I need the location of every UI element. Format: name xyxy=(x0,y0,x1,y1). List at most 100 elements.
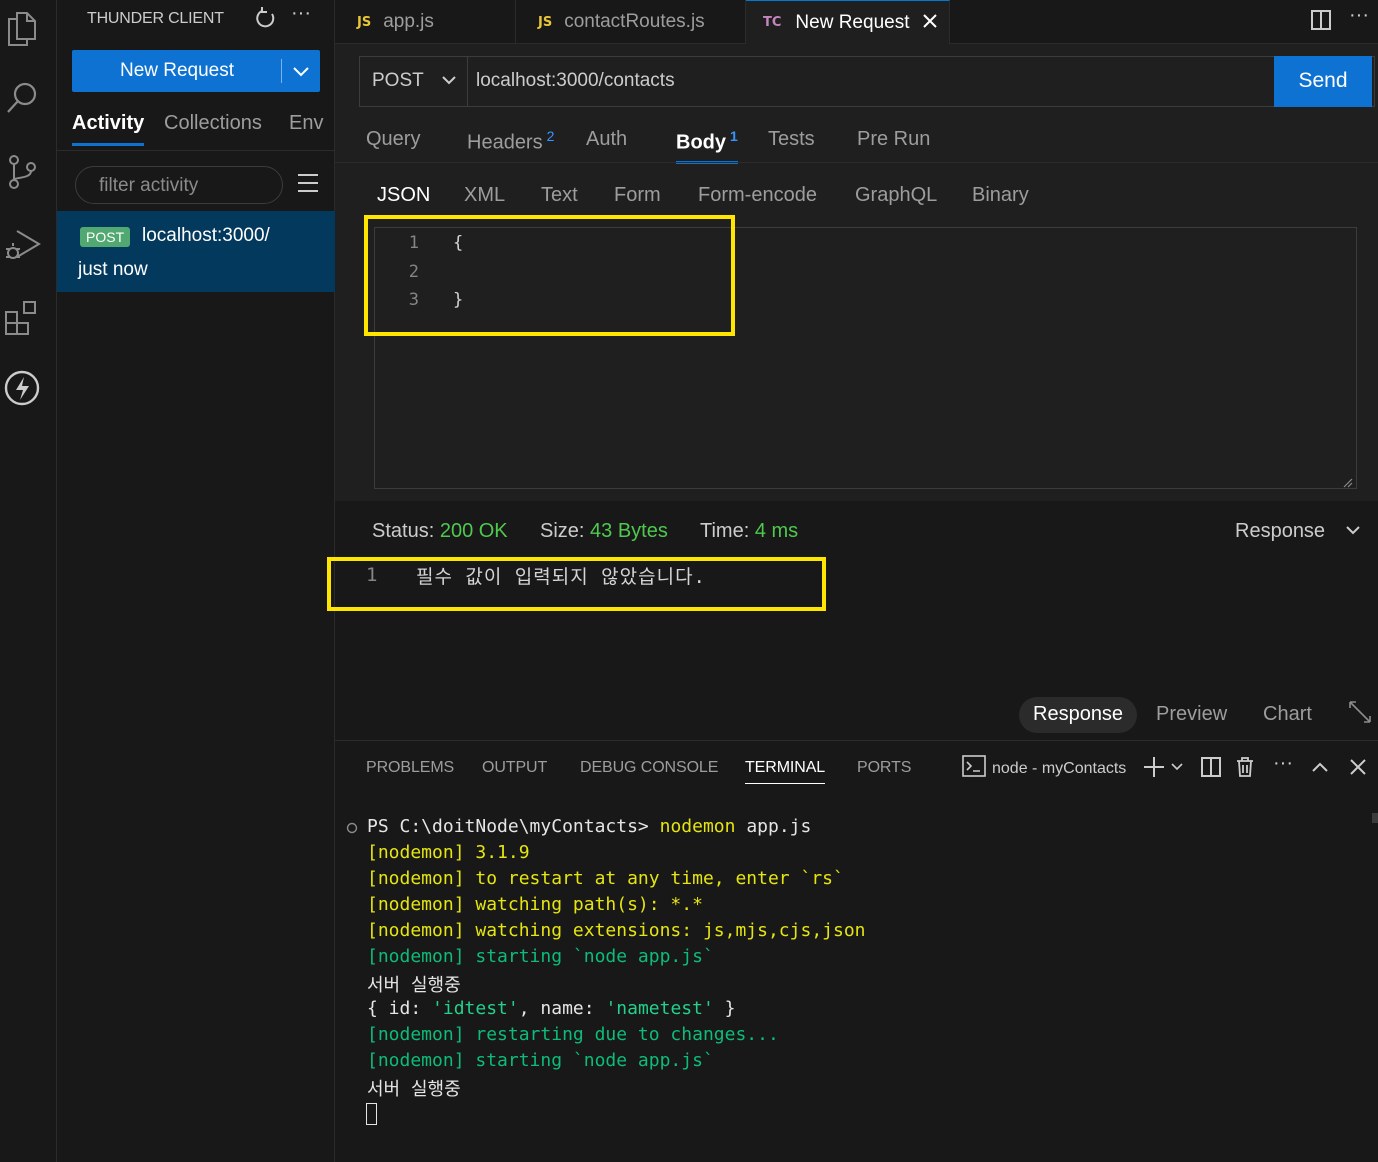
terminal-line: [nodemon] starting `node app.js` xyxy=(367,946,714,967)
sidebar-divider xyxy=(57,150,335,151)
status-info: Status: 200 OK xyxy=(372,520,508,543)
terminal-prompt-line: PS C:\doitNode\myContacts> nodemon app.j… xyxy=(367,816,811,837)
panel-tab-terminal[interactable]: TERMINAL xyxy=(745,759,825,784)
tab-label: Pre Run xyxy=(857,128,931,150)
new-request-label: New Request xyxy=(119,60,235,81)
tab-body[interactable]: Body 1 xyxy=(676,128,738,164)
view-tab-chart[interactable]: Chart xyxy=(1249,697,1326,733)
body-count: 1 xyxy=(730,128,738,144)
terminal-prompt: PS C:\doitNode\myContacts> xyxy=(367,816,649,837)
panel-tab-ports[interactable]: PORTS xyxy=(857,759,911,777)
thunder-client-file-icon: TC xyxy=(763,15,782,30)
js-file-icon: JS xyxy=(357,14,372,30)
body-tab-binary[interactable]: Binary xyxy=(972,184,1029,207)
tab-tests[interactable]: Tests xyxy=(768,128,815,151)
bottom-panel: PROBLEMS OUTPUT DEBUG CONSOLE TERMINAL P… xyxy=(335,740,1378,1162)
body-tab-graphql[interactable]: GraphQL xyxy=(855,184,937,207)
maximize-panel-icon[interactable] xyxy=(1308,755,1332,779)
method-select[interactable]: POST xyxy=(360,57,468,106)
tab-contact-routes-js[interactable]: JS contactRoutes.js xyxy=(516,0,746,44)
view-tab-response[interactable]: Response xyxy=(1019,697,1138,733)
terminal-selector[interactable]: node - myContacts xyxy=(962,755,1126,782)
chevron-down-icon xyxy=(1345,520,1361,542)
tab-label: Query xyxy=(366,128,421,150)
send-button[interactable]: Send xyxy=(1274,56,1372,107)
more-actions-icon[interactable]: ··· xyxy=(1349,4,1369,27)
command-status-icon xyxy=(346,821,358,839)
button-separator xyxy=(281,59,282,83)
size-info: Size: 43 Bytes xyxy=(540,520,668,543)
refresh-icon[interactable] xyxy=(255,6,277,35)
filter-activity-input[interactable]: filter activity xyxy=(75,166,283,204)
terminal-line: { id: 'idtest', name: 'nametest' } xyxy=(367,998,736,1019)
new-terminal-icon[interactable] xyxy=(1142,755,1166,779)
chevron-down-icon[interactable] xyxy=(1165,755,1189,779)
js-file-icon: JS xyxy=(538,14,553,30)
tab-collections[interactable]: Collections xyxy=(164,112,262,135)
history-time: just now xyxy=(78,259,148,280)
tab-label: Auth xyxy=(586,128,628,150)
more-actions-icon[interactable]: ··· xyxy=(291,2,311,25)
body-tab-form[interactable]: Form xyxy=(614,184,661,207)
tab-app-js[interactable]: JS app.js xyxy=(335,0,516,44)
body-tab-form-encode[interactable]: Form-encode xyxy=(698,184,817,207)
highlight-box-response xyxy=(327,557,826,611)
terminal-line: [nodemon] restarting due to changes... xyxy=(367,1024,779,1045)
resize-handle-icon[interactable] xyxy=(1343,475,1353,488)
more-actions-icon[interactable]: ··· xyxy=(1271,751,1295,775)
panel-tab-debug-console[interactable]: DEBUG CONSOLE xyxy=(580,759,718,777)
close-panel-icon[interactable] xyxy=(1346,755,1370,779)
chevron-down-icon xyxy=(440,71,458,95)
expand-icon[interactable] xyxy=(1348,700,1372,729)
view-tab-preview[interactable]: Preview xyxy=(1142,697,1241,733)
tab-query[interactable]: Query xyxy=(366,128,420,151)
split-editor-icon[interactable] xyxy=(1310,9,1332,36)
sidebar: THUNDER CLIENT ··· New Request Activity … xyxy=(57,0,335,1162)
terminal-line: 서버 실행중 xyxy=(367,975,461,996)
terminal-command: nodemon xyxy=(659,816,736,837)
terminal-line: 서버 실행중 xyxy=(367,1079,461,1100)
split-terminal-icon[interactable] xyxy=(1199,755,1223,779)
request-editor: POST localhost:3000/contacts Send Query … xyxy=(327,44,1378,740)
chevron-down-icon[interactable] xyxy=(288,56,314,86)
menu-icon[interactable] xyxy=(297,172,319,194)
editor-tab-bar: JS app.js JS contactRoutes.js TC New Req… xyxy=(335,0,1378,44)
response-view-value: Response xyxy=(1235,520,1326,542)
tab-label: Headers xyxy=(467,131,543,154)
close-icon[interactable] xyxy=(923,12,938,34)
response-view-select[interactable]: Response xyxy=(1235,520,1361,543)
terminal-line: [nodemon] 3.1.9 xyxy=(367,842,530,863)
new-request-button[interactable]: New Request xyxy=(72,50,320,92)
run-debug-icon[interactable] xyxy=(2,224,42,264)
tab-activity[interactable]: Activity xyxy=(72,112,145,146)
extensions-icon[interactable] xyxy=(2,298,42,338)
status-label: Status: xyxy=(372,520,435,542)
body-tab-json[interactable]: JSON xyxy=(377,184,430,207)
tab-label: Tests xyxy=(768,128,815,150)
terminal-line: [nodemon] watching extensions: js,mjs,cj… xyxy=(367,920,866,941)
activity-bar xyxy=(0,0,57,1162)
thunder-client-icon[interactable] xyxy=(2,368,42,408)
panel-tab-problems[interactable]: PROBLEMS xyxy=(366,759,454,777)
body-tab-text[interactable]: Text xyxy=(541,184,578,207)
tab-env[interactable]: Env xyxy=(289,112,323,135)
search-icon[interactable] xyxy=(2,78,42,118)
tab-new-request[interactable]: TC New Request xyxy=(746,0,950,44)
tab-headers[interactable]: Headers 2 xyxy=(467,128,554,155)
panel-tab-output[interactable]: OUTPUT xyxy=(482,759,547,777)
terminal-cursor[interactable] xyxy=(366,1103,377,1125)
body-tab-xml[interactable]: XML xyxy=(464,184,505,207)
url-input[interactable]: localhost:3000/contacts xyxy=(476,70,675,92)
scrollbar-thumb[interactable] xyxy=(1372,813,1378,823)
trash-icon[interactable] xyxy=(1233,755,1257,779)
tab-auth[interactable]: Auth xyxy=(586,128,627,151)
source-control-icon[interactable] xyxy=(2,152,42,192)
explorer-icon[interactable] xyxy=(2,8,42,48)
tab-pre-run[interactable]: Pre Run xyxy=(857,128,930,151)
terminal-line: [nodemon] watching path(s): *.* xyxy=(367,894,703,915)
tab-label: app.js xyxy=(383,11,434,32)
history-item[interactable]: POST localhost:3000/ just now xyxy=(57,211,335,292)
terminal-line: [nodemon] starting `node app.js` xyxy=(367,1050,714,1071)
time-label: Time: xyxy=(700,520,750,542)
history-url: localhost:3000/ xyxy=(142,225,270,246)
